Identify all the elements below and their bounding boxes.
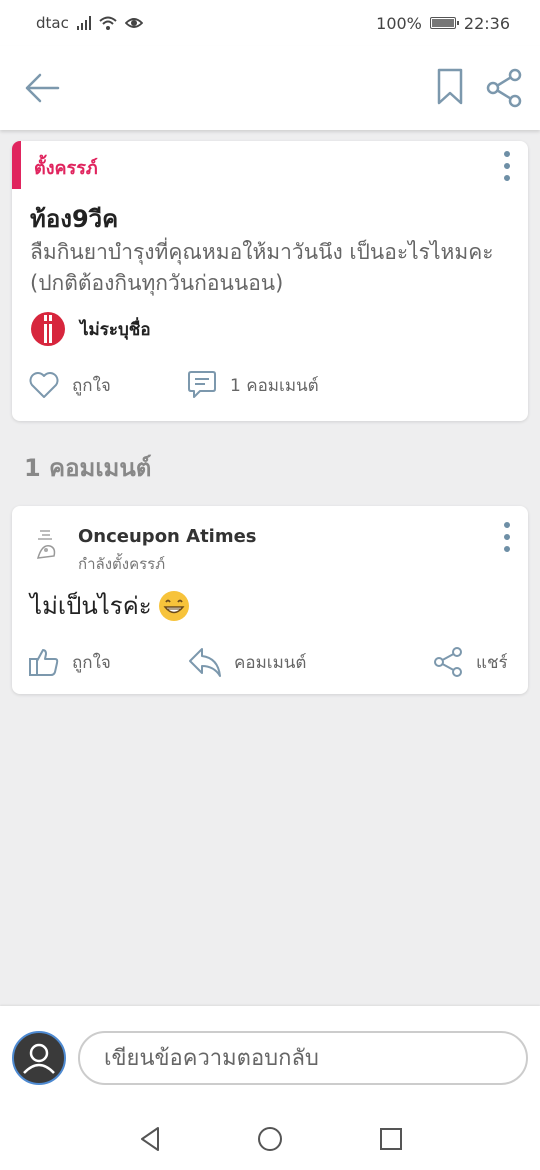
reply-arrow-icon — [189, 648, 221, 677]
comments-heading: 1 คอมเมนต์ — [24, 454, 152, 482]
post-title: ท้อง9วีค — [30, 205, 119, 233]
comment-more-options-icon[interactable] — [501, 522, 513, 552]
comment-share-button[interactable]: แชร์ — [432, 646, 508, 678]
bookmark-icon[interactable] — [436, 68, 464, 106]
top-app-bar — [0, 46, 540, 130]
post-body: ลืมกินยาบำรุงที่คุณหมอให้มาวันนึง เป็นอะ… — [30, 240, 494, 295]
system-navigation-bar — [0, 1108, 540, 1170]
clock: 22:36 — [463, 13, 510, 33]
carrier-label: dtac — [36, 14, 69, 32]
category-tag[interactable]: ตั้งครรภ์ — [34, 153, 98, 182]
category-accent-bar — [12, 141, 21, 189]
share-icon[interactable] — [484, 68, 524, 108]
post-more-options-icon[interactable] — [501, 151, 513, 181]
comment-bubble-icon — [188, 371, 216, 398]
comment-actions: ถูกใจ คอมเมนต์ แชร์ — [28, 644, 514, 680]
thumbs-up-icon — [29, 649, 59, 676]
post-author: ไม่ระบุชื่อ — [30, 311, 151, 347]
post-actions: ถูกใจ 1 คอมเมนต์ — [28, 367, 514, 403]
comment-like-button[interactable]: ถูกใจ — [28, 647, 111, 677]
heart-icon — [29, 372, 59, 398]
comment-text: ไม่เป็นไรค่ะ — [30, 586, 190, 625]
comment-count-label: 1 คอมเมนต์ — [230, 375, 319, 396]
my-avatar[interactable] — [12, 1031, 66, 1085]
grinning-face-icon — [158, 590, 189, 621]
reply-bar — [0, 1006, 540, 1108]
share-icon — [434, 647, 462, 677]
comment-button[interactable]: 1 คอมเมนต์ — [186, 369, 319, 401]
back-arrow-icon[interactable] — [22, 70, 62, 106]
battery-percent: 100% — [376, 13, 422, 33]
nav-home-icon[interactable] — [255, 1124, 285, 1154]
like-label: ถูกใจ — [72, 375, 111, 396]
comment-like-label: ถูกใจ — [72, 652, 111, 673]
anonymous-logo-icon — [31, 312, 65, 346]
eye-icon — [124, 18, 143, 28]
comment-reply-button[interactable]: คอมเมนต์ — [188, 646, 306, 678]
signal-icon — [76, 16, 91, 30]
comment-share-label: แชร์ — [476, 652, 508, 673]
post-card: ตั้งครรภ์ ท้อง9วีค ลืมกินยาบำรุงที่คุณหม… — [12, 141, 528, 421]
comment-user-status: กำลังตั้งครรภ์ — [78, 555, 166, 573]
comment-card: Onceupon Atimes กำลังตั้งครรภ์ ไม่เป็นไร… — [12, 506, 528, 694]
reply-input[interactable] — [78, 1031, 528, 1085]
battery-icon — [429, 17, 459, 29]
comment-text-content: ไม่เป็นไรค่ะ — [30, 592, 152, 620]
nav-recents-icon[interactable] — [376, 1124, 406, 1154]
comment-reply-label: คอมเมนต์ — [234, 652, 307, 673]
nav-back-icon[interactable] — [136, 1124, 166, 1154]
comment-user-name[interactable]: Onceupon Atimes — [78, 526, 257, 547]
status-bar: dtac 100% 22:36 — [0, 0, 540, 46]
wifi-icon — [99, 16, 117, 30]
like-button[interactable]: ถูกใจ — [28, 370, 111, 400]
author-name: ไม่ระบุชื่อ — [80, 319, 151, 340]
user-avatar[interactable] — [30, 526, 68, 564]
